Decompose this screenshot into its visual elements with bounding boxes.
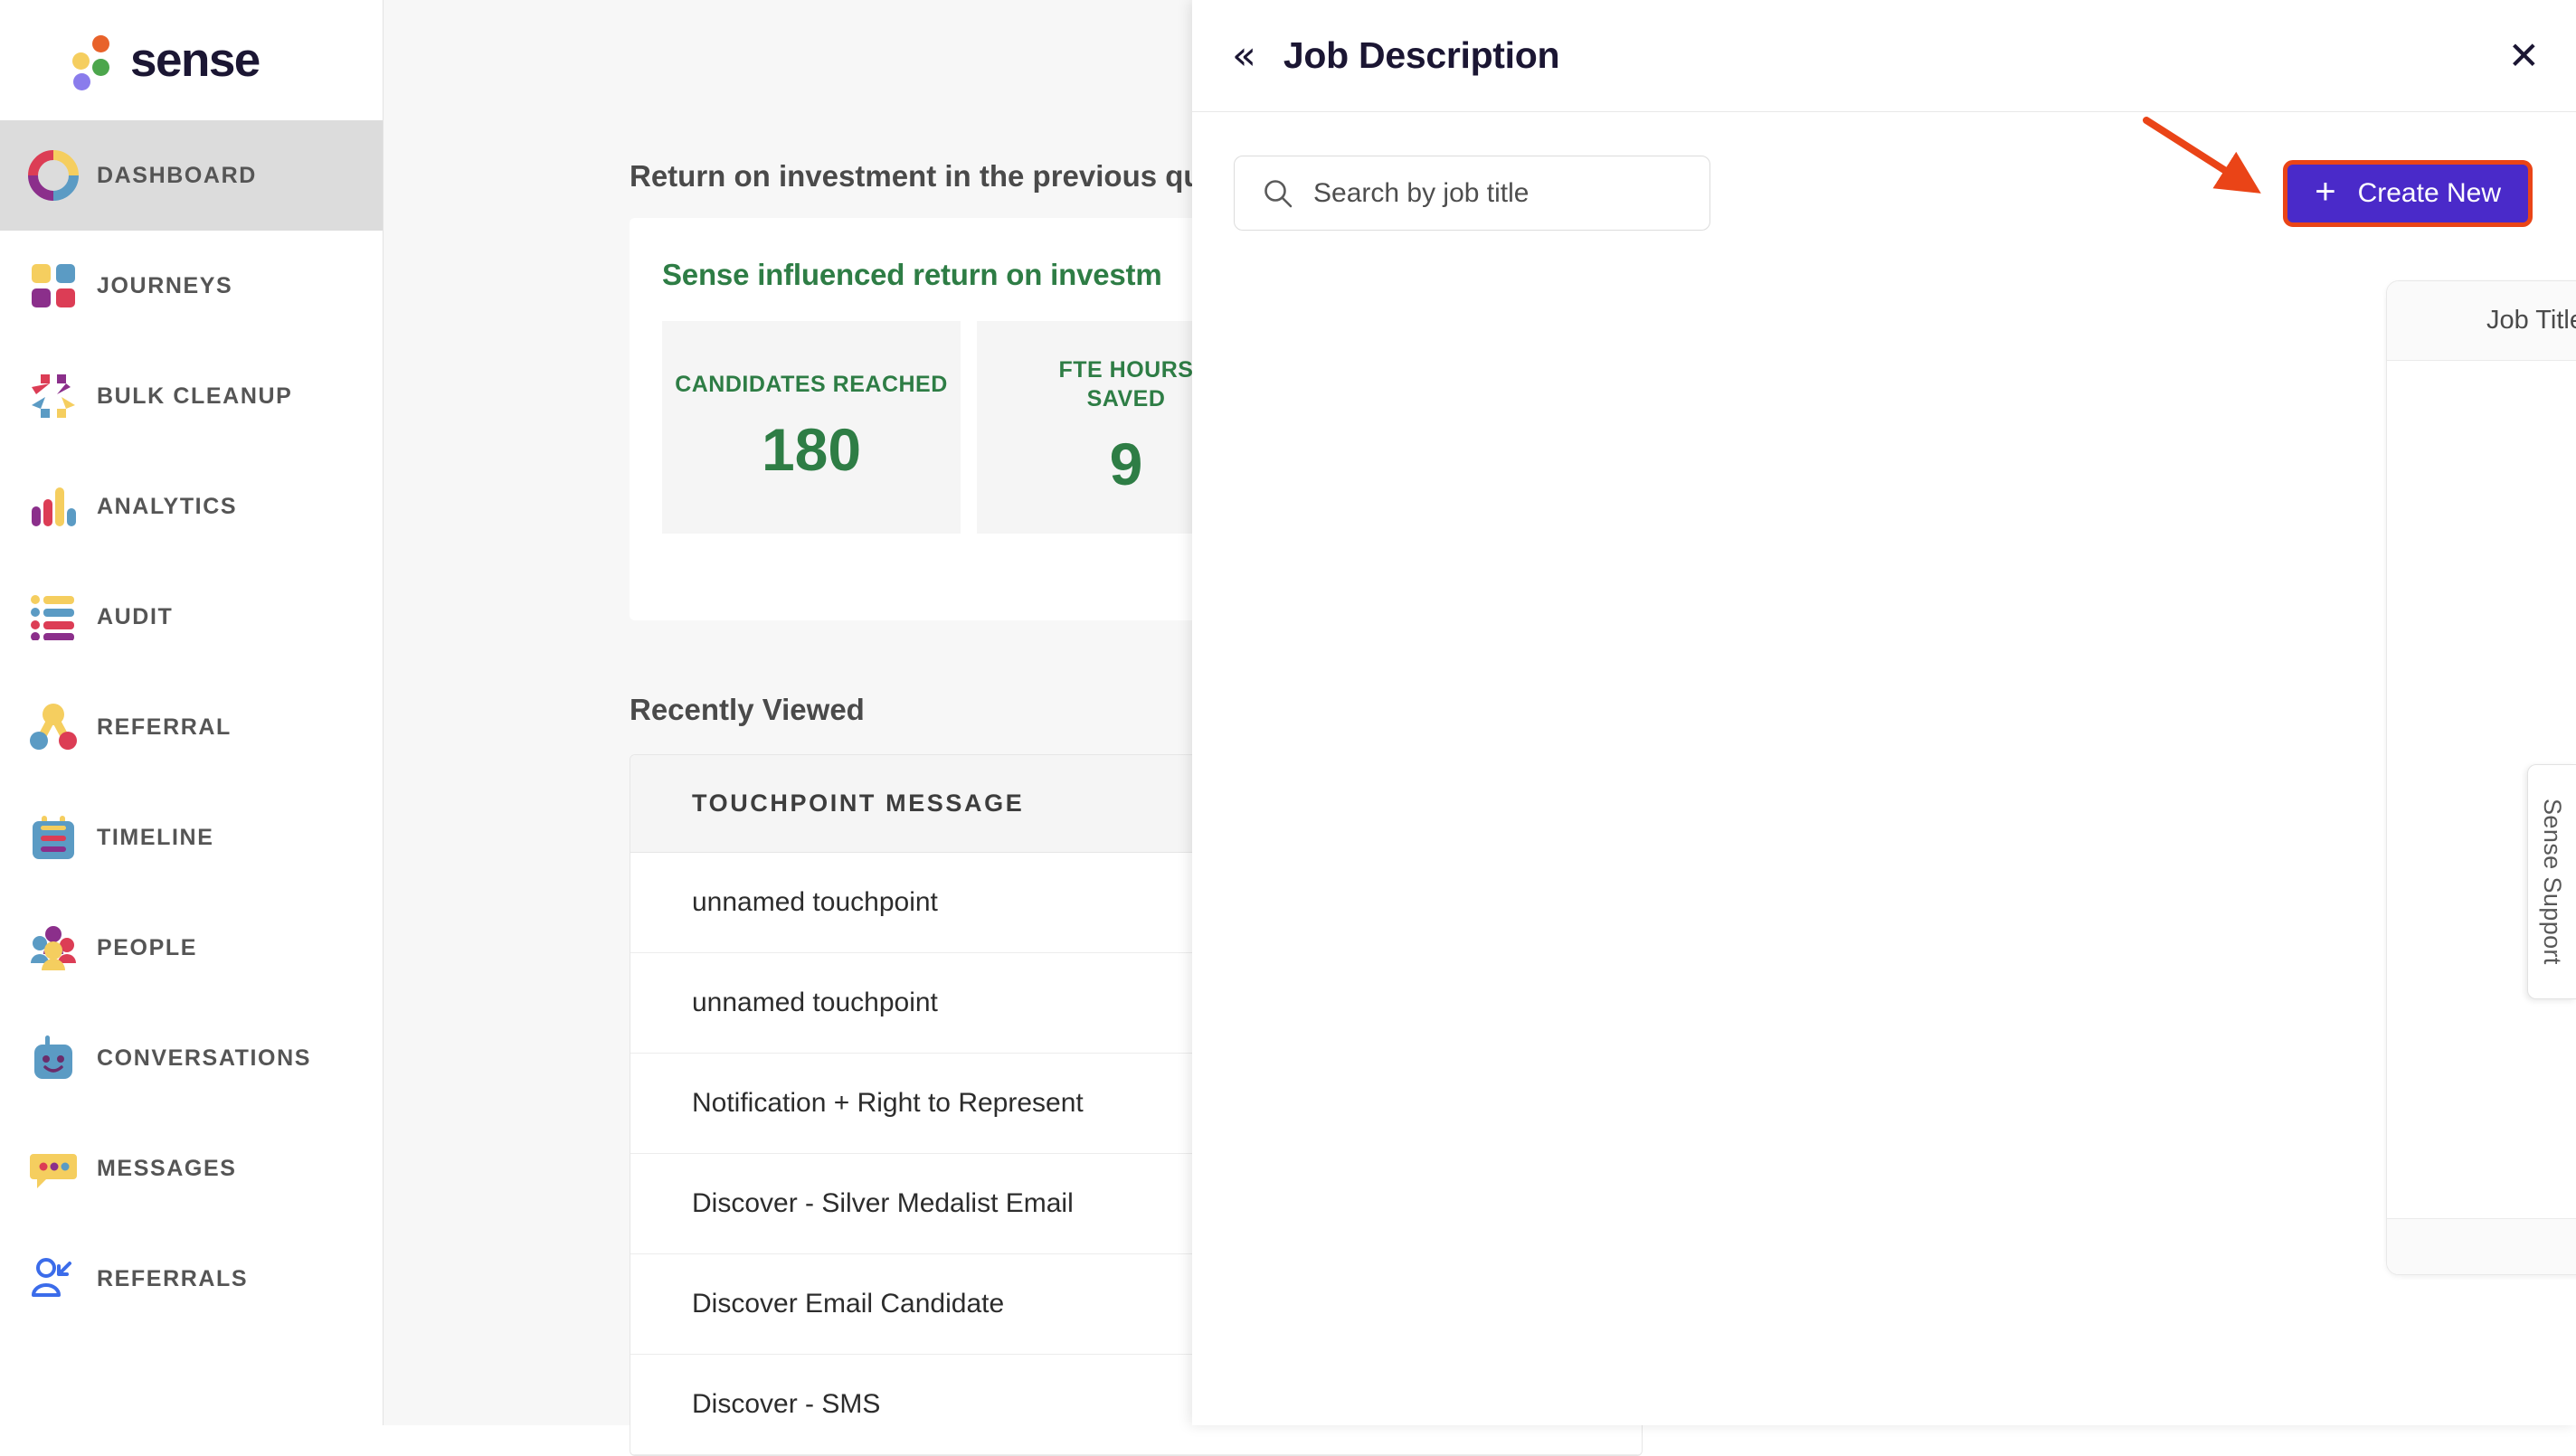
column-header-touchpoint-message: TOUCHPOINT MESSAGE <box>692 789 1025 817</box>
sidebar: sense DASHBOARD JOURNEYS BULK CLEANUP AN… <box>0 0 384 1425</box>
robot-face-icon <box>26 1031 80 1085</box>
sidebar-item-timeline[interactable]: TIMELINE <box>0 782 383 893</box>
sidebar-item-dashboard[interactable]: DASHBOARD <box>0 120 383 231</box>
network-nodes-icon <box>26 700 80 754</box>
grid-squares-icon <box>26 259 80 313</box>
sidebar-item-label: ANALYTICS <box>97 493 238 519</box>
brand-name: sense <box>130 33 260 87</box>
column-header-job-title[interactable]: Job Title <box>2486 306 2576 336</box>
sidebar-item-journeys[interactable]: JOURNEYS <box>0 231 383 341</box>
person-arrow-icon <box>26 1252 80 1306</box>
roi-section-title: Return on investment in the previous qua… <box>630 159 1230 193</box>
sidebar-item-label: PEOPLE <box>97 934 198 960</box>
calendar-icon <box>26 810 80 865</box>
brand-logo[interactable]: sense <box>0 0 383 120</box>
table-footer <box>2387 1218 2576 1274</box>
sidebar-item-referral[interactable]: REFERRAL <box>0 672 383 782</box>
sense-support-label: Sense Support <box>2539 799 2566 965</box>
double-chevron-left-icon[interactable]: « <box>1232 35 1256 76</box>
kpi-candidates-reached: CANDIDATES REACHED 180 <box>662 321 961 534</box>
search-icon <box>1263 178 1293 209</box>
sidebar-item-messages[interactable]: MESSAGES <box>0 1113 383 1224</box>
search-input[interactable] <box>1313 177 1657 209</box>
sidebar-item-referrals[interactable]: REFERRALS <box>0 1224 383 1334</box>
sidebar-item-label: CONVERSATIONS <box>97 1045 312 1071</box>
chat-bubble-icon <box>26 1141 80 1196</box>
sidebar-item-analytics[interactable]: ANALYTICS <box>0 451 383 562</box>
bar-chart-icon <box>26 479 80 534</box>
sidebar-item-label: DASHBOARD <box>97 162 257 188</box>
plus-icon: + <box>2315 171 2336 212</box>
sidebar-item-label: REFERRALS <box>97 1265 249 1291</box>
list-lines-icon <box>26 590 80 644</box>
search-box[interactable] <box>1234 156 1710 231</box>
recently-viewed-title: Recently Viewed <box>630 693 865 726</box>
four-arrows-icon <box>26 369 80 423</box>
donut-chart-icon <box>26 148 80 203</box>
sidebar-item-label: AUDIT <box>97 603 174 629</box>
sidebar-item-label: BULK CLEANUP <box>97 383 293 409</box>
kpi-label: CANDIDATES REACHED <box>675 371 948 397</box>
create-new-label: Create New <box>2357 177 2501 208</box>
panel-header: « Job Description ✕ <box>1192 0 2576 112</box>
create-new-button[interactable]: + Create New <box>2283 159 2533 227</box>
sidebar-item-people[interactable]: PEOPLE <box>0 893 383 1003</box>
panel-title: Job Description <box>1283 34 1560 76</box>
sense-dots-icon <box>72 34 110 90</box>
sidebar-item-label: MESSAGES <box>97 1155 237 1181</box>
sidebar-item-label: REFERRAL <box>97 714 232 740</box>
kpi-value: 9 <box>1109 430 1143 497</box>
sidebar-item-bulk-cleanup[interactable]: BULK CLEANUP <box>0 341 383 451</box>
sense-support-tab[interactable]: Sense Support <box>2527 764 2576 999</box>
close-icon[interactable]: ✕ <box>2508 36 2540 75</box>
sidebar-item-conversations[interactable]: CONVERSATIONS <box>0 1003 383 1113</box>
job-description-panel: « Job Description ✕ + Create New Job Tit… <box>1192 0 2576 1425</box>
create-new-wrapper: + Create New <box>2283 159 2533 227</box>
table-header-row: Job Title Created by Created on <box>2387 281 2576 361</box>
sidebar-item-label: TIMELINE <box>97 824 214 850</box>
sidebar-item-label: JOURNEYS <box>97 272 233 298</box>
kpi-value: 180 <box>761 416 862 484</box>
panel-toolbar: + Create New <box>1192 112 2576 231</box>
kpi-label: FTE HOURS SAVED <box>1058 357 1194 411</box>
people-group-icon <box>26 921 80 975</box>
sidebar-item-audit[interactable]: AUDIT <box>0 562 383 672</box>
column-header-label: Job Title <box>2486 306 2576 335</box>
